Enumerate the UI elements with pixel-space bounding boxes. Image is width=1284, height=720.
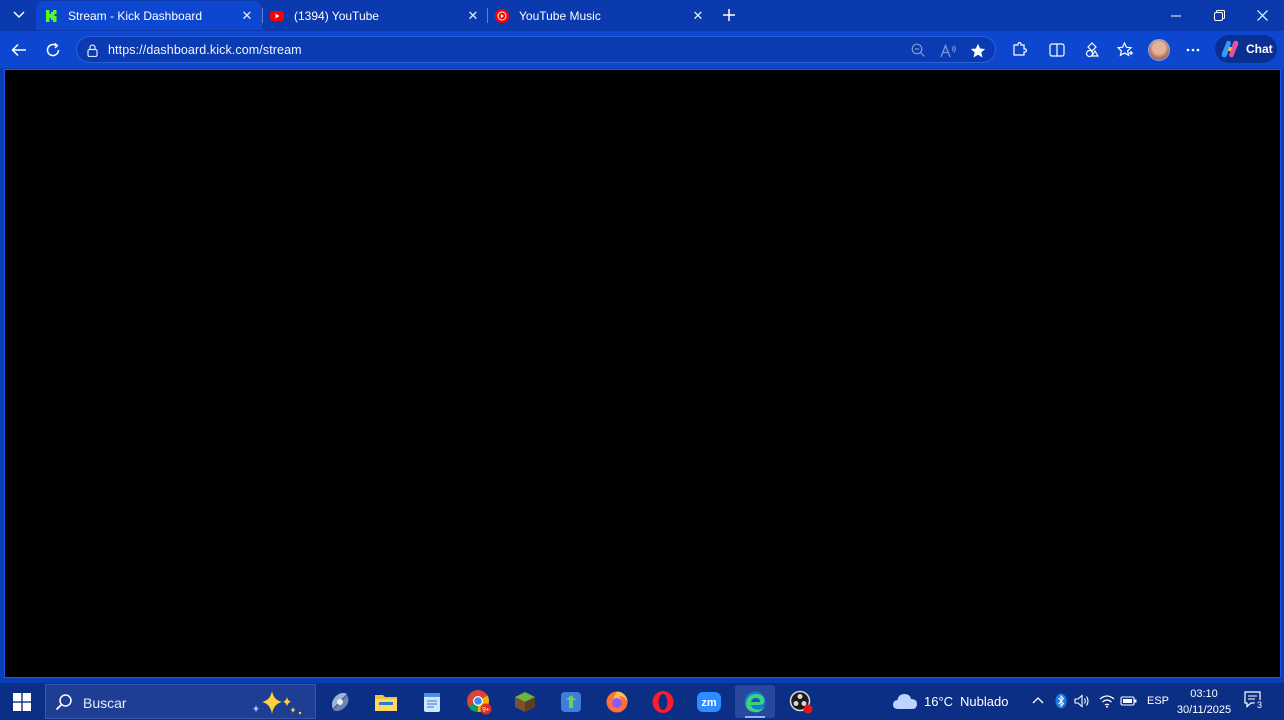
- favorites-icon: [1116, 42, 1133, 57]
- battery-icon[interactable]: [1120, 695, 1138, 707]
- tab-kick-dashboard[interactable]: Stream - Kick Dashboard ✕: [36, 1, 262, 30]
- address-bar[interactable]: https://dashboard.kick.com/stream: [76, 36, 996, 63]
- start-button[interactable]: [2, 685, 42, 718]
- obs-icon: [789, 690, 813, 713]
- extensions-icon: [1013, 42, 1027, 56]
- plus-icon: [723, 9, 735, 21]
- copilot-chat-button[interactable]: Chat: [1215, 35, 1277, 63]
- taskbar-app-notepad[interactable]: [412, 685, 452, 718]
- tab-actions-menu-button[interactable]: [6, 4, 32, 26]
- back-arrow-icon: [11, 43, 26, 57]
- show-hidden-icons-chevron-up-icon[interactable]: [1032, 696, 1044, 704]
- back-button[interactable]: [5, 36, 33, 64]
- search-placeholder: Buscar: [83, 695, 127, 711]
- taskbar-app-firefox[interactable]: [597, 685, 637, 718]
- app-green-icon: [561, 691, 581, 712]
- tab-title: YouTube Music: [519, 8, 601, 23]
- close-tab-icon[interactable]: ✕: [238, 7, 256, 25]
- zoom-icon: zm: [697, 691, 721, 712]
- tab-title: (1394) YouTube: [294, 8, 379, 23]
- opera-icon: [652, 690, 674, 713]
- minimize-button[interactable]: [1154, 0, 1198, 31]
- minimize-icon: [1171, 15, 1181, 16]
- chevron-down-icon: [13, 11, 25, 19]
- close-window-button[interactable]: [1240, 0, 1284, 31]
- restore-button[interactable]: [1197, 0, 1241, 31]
- minecraft-icon: [515, 691, 535, 712]
- firefox-icon: [606, 691, 628, 712]
- chrome-icon: 9+: [467, 689, 492, 714]
- tab-youtube[interactable]: (1394) YouTube ✕: [262, 1, 488, 30]
- bluetooth-icon[interactable]: [1055, 693, 1067, 709]
- extensions-button[interactable]: [1005, 36, 1033, 64]
- close-icon: [1256, 10, 1268, 21]
- tab-youtube-music[interactable]: YouTube Music ✕: [487, 1, 713, 30]
- more-options-button[interactable]: [1179, 36, 1207, 64]
- search-highlight-sparkle-icon: [253, 691, 302, 715]
- taskbar-clock[interactable]: 03:10 30/11/2025: [1170, 686, 1238, 718]
- svg-text:zm: zm: [701, 697, 717, 709]
- search-icon: [55, 694, 72, 711]
- browser-essentials-icon: [1085, 42, 1100, 58]
- more-options-icon: [1186, 48, 1200, 52]
- tab-title: Stream - Kick Dashboard: [68, 8, 203, 23]
- browser-toolbar: https://dashboard.kick.com/stream Chat: [0, 31, 1284, 68]
- weather-cloud-icon[interactable]: [892, 692, 918, 710]
- volume-icon[interactable]: [1074, 694, 1091, 708]
- input-language[interactable]: ESP: [1147, 695, 1169, 707]
- taskbar-search-box[interactable]: Buscar: [45, 684, 316, 719]
- weather-description[interactable]: Nublado: [960, 694, 1008, 709]
- windows-start-icon: [13, 692, 31, 711]
- taskbar-app-file-explorer[interactable]: [366, 685, 406, 718]
- site-info-lock-icon[interactable]: [85, 43, 99, 57]
- read-aloud-icon[interactable]: [939, 42, 957, 59]
- refresh-button[interactable]: [39, 36, 67, 64]
- taskbar-app-green[interactable]: [551, 685, 591, 718]
- wifi-icon[interactable]: [1099, 694, 1115, 708]
- taskbar-app-copilot[interactable]: [320, 685, 360, 718]
- taskbar-app-edge[interactable]: [735, 685, 775, 718]
- page-content-area[interactable]: [4, 69, 1281, 678]
- taskbar-app-opera[interactable]: [643, 685, 683, 718]
- favorite-star-icon[interactable]: [969, 42, 987, 59]
- taskbar-app-chrome[interactable]: 9+: [459, 685, 499, 718]
- browser-essentials-button[interactable]: [1078, 36, 1106, 64]
- notification-count-badge: 3: [1254, 700, 1265, 711]
- close-tab-icon[interactable]: ✕: [689, 7, 707, 25]
- close-tab-icon[interactable]: ✕: [464, 7, 482, 25]
- clock-date: 30/11/2025: [1176, 704, 1232, 716]
- taskbar-app-obs[interactable]: [781, 685, 821, 718]
- split-screen-button[interactable]: [1043, 36, 1071, 64]
- weather-temperature[interactable]: 16°C: [924, 694, 953, 709]
- kick-icon: [44, 8, 58, 23]
- taskbar-app-zoom[interactable]: zm: [689, 685, 729, 718]
- notepad-icon: [424, 692, 440, 712]
- chat-label: Chat: [1246, 42, 1273, 56]
- url-text[interactable]: https://dashboard.kick.com/stream: [108, 43, 302, 57]
- new-tab-button[interactable]: [718, 4, 740, 26]
- youtube-icon: [270, 9, 284, 23]
- screen: Stream - Kick Dashboard ✕ (1394) YouTube…: [0, 0, 1284, 720]
- favorites-button[interactable]: [1111, 36, 1139, 64]
- clock-time: 03:10: [1190, 688, 1218, 700]
- refresh-icon: [46, 42, 60, 57]
- youtube-music-icon: [495, 8, 509, 23]
- tab-strip: Stream - Kick Dashboard ✕ (1394) YouTube…: [0, 0, 1284, 31]
- zoom-out-icon[interactable]: [909, 42, 927, 59]
- taskbar-app-minecraft[interactable]: [505, 685, 545, 718]
- svg-text:9+: 9+: [482, 706, 490, 713]
- split-screen-icon: [1049, 43, 1065, 57]
- profile-avatar[interactable]: [1148, 39, 1170, 61]
- file-explorer-icon: [375, 694, 397, 711]
- notification-center-button[interactable]: 3: [1243, 690, 1265, 712]
- edge-icon: [744, 691, 766, 712]
- copilot-icon: [1221, 40, 1239, 58]
- copilot-app-icon: [332, 692, 349, 711]
- restore-icon: [1213, 10, 1225, 21]
